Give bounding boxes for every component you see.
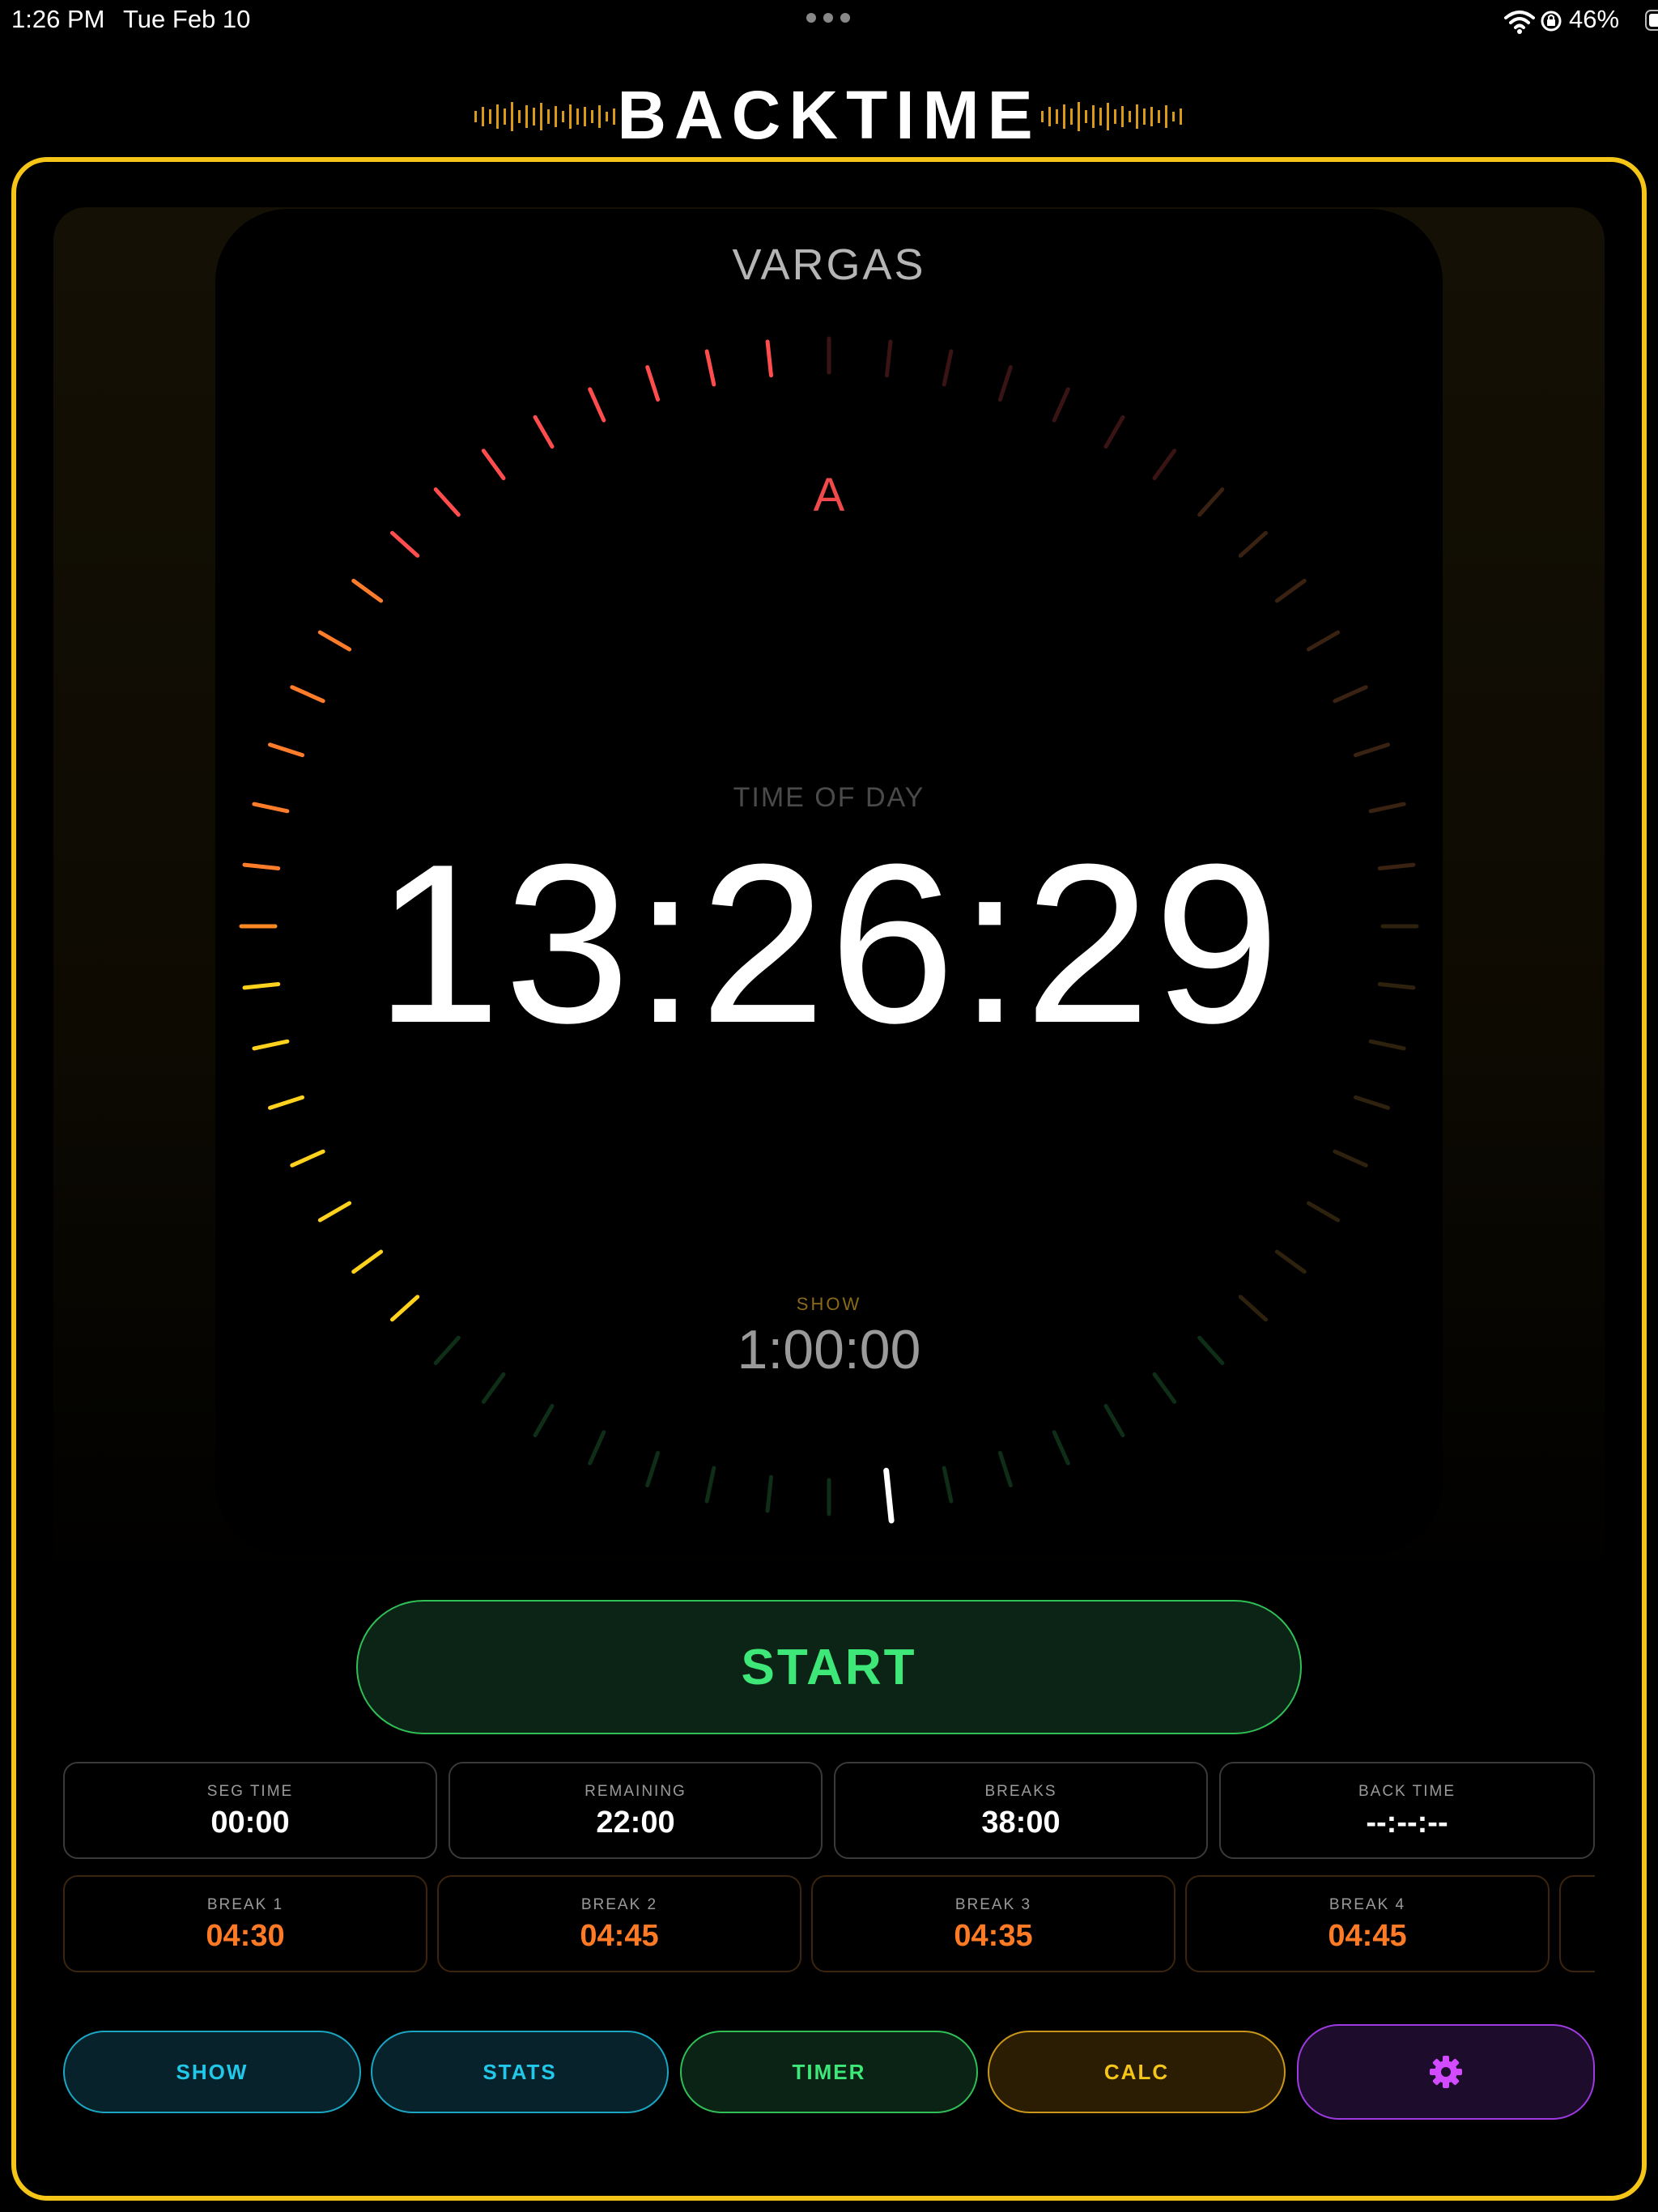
gear-icon bbox=[1430, 2056, 1462, 2088]
break-card-1[interactable]: BREAK 1 04:30 bbox=[63, 1875, 427, 1972]
nav-calc-button[interactable]: CALC bbox=[988, 2031, 1286, 2113]
break-value: 04:35 bbox=[954, 1919, 1033, 1953]
break-card-3[interactable]: BREAK 3 04:35 bbox=[811, 1875, 1175, 1972]
break-card-2[interactable]: BREAK 2 04:45 bbox=[437, 1875, 801, 1972]
nav-calc-label: CALC bbox=[1103, 2059, 1170, 2084]
break-card-5-partial[interactable] bbox=[1559, 1875, 1595, 1972]
nav-stats-button[interactable]: STATS bbox=[371, 2031, 669, 2113]
break-value: 04:45 bbox=[580, 1919, 659, 1953]
battery-icon bbox=[1645, 10, 1658, 31]
nav-show-label: SHOW bbox=[176, 2059, 249, 2084]
break-label: BREAK 2 bbox=[580, 1896, 658, 1913]
nav-timer-label: TIMER bbox=[792, 2059, 866, 2084]
settings-button[interactable] bbox=[1297, 2024, 1595, 2120]
break-card-4[interactable]: BREAK 4 04:45 bbox=[1185, 1875, 1550, 1972]
break-label: BREAK 3 bbox=[954, 1896, 1032, 1913]
break-label: BREAK 1 bbox=[206, 1896, 284, 1913]
nav-stats-label: STATS bbox=[483, 2059, 557, 2084]
nav-timer-button[interactable]: TIMER bbox=[680, 2031, 978, 2113]
break-value: 04:30 bbox=[206, 1919, 285, 1953]
break-label: BREAK 4 bbox=[1329, 1896, 1406, 1913]
break-value: 04:45 bbox=[1328, 1919, 1407, 1953]
nav-show-button[interactable]: SHOW bbox=[63, 2031, 361, 2113]
breaks-strip[interactable]: BREAK 1 04:30 BREAK 2 04:45 BREAK 3 04:3… bbox=[0, 0, 1595, 2212]
